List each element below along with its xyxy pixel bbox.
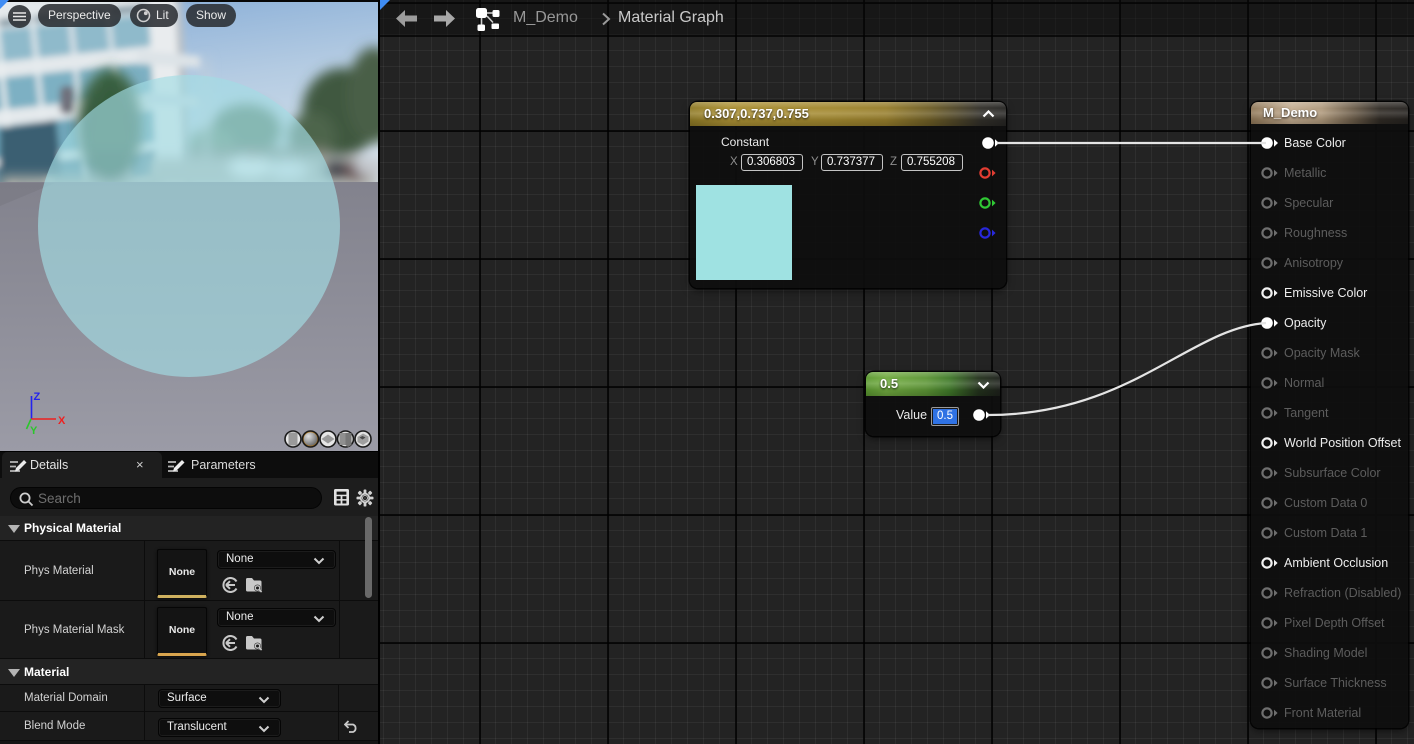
svg-text:Y: Y <box>30 425 38 437</box>
svg-text:X: X <box>58 415 66 427</box>
svg-text:Z: Z <box>34 391 41 403</box>
